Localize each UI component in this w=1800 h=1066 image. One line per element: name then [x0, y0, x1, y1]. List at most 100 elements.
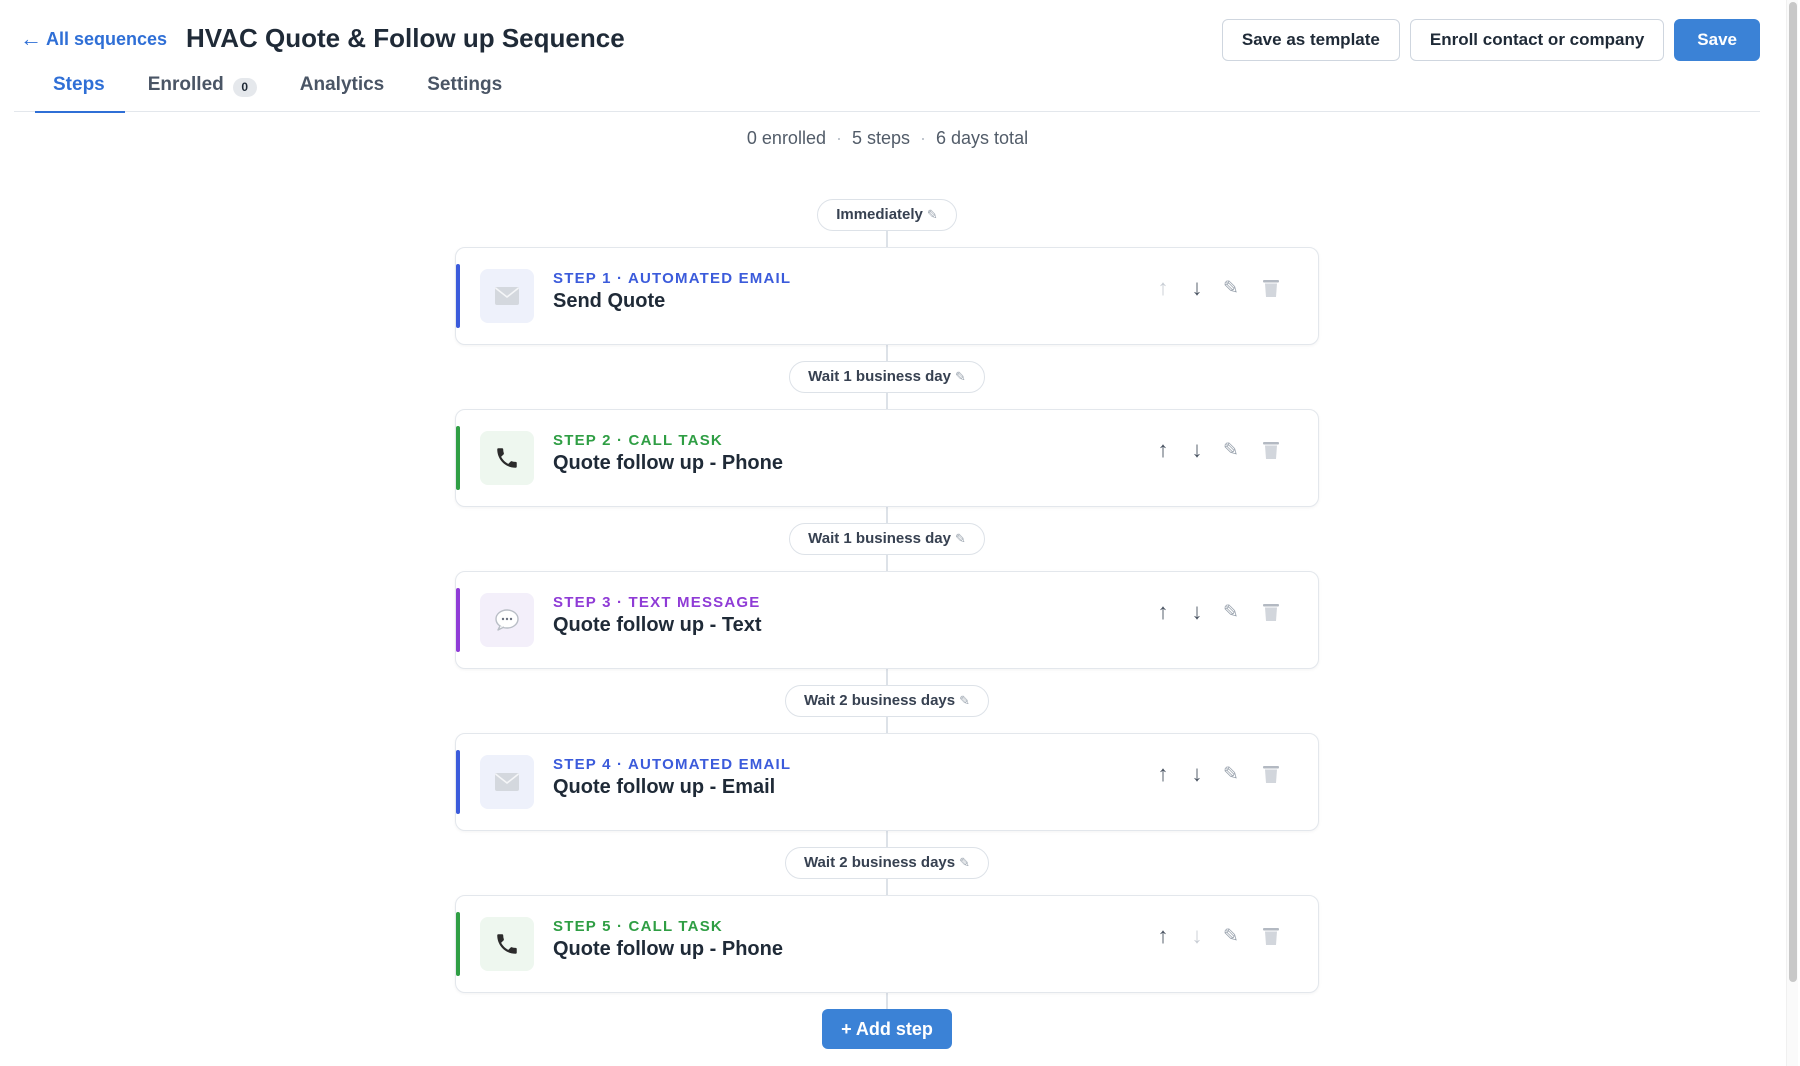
enroll-contact-button[interactable]: Enroll contact or company — [1409, 19, 1665, 61]
step-card[interactable]: STEP 1 · AUTOMATED EMAIL Send Quote ↑ ↓ ✎ — [455, 247, 1319, 345]
wait-delay-pill[interactable]: Immediately ✎ — [817, 199, 957, 231]
trash-icon[interactable] — [1254, 597, 1288, 627]
phone-icon — [480, 431, 534, 485]
step-type-indicator — [456, 426, 460, 490]
tab-bar: Steps Enrolled 0 Analytics Settings — [14, 62, 1760, 113]
tab-enrolled[interactable]: Enrolled 0 — [128, 62, 277, 112]
timeline-connector — [886, 669, 888, 685]
back-to-sequences-link[interactable]: ← All sequences — [20, 28, 167, 50]
step-name: Quote follow up - Email — [553, 776, 776, 798]
page-title: HVAC Quote & Follow up Sequence — [186, 23, 625, 53]
enrolled-count: 0 enrolled — [746, 128, 826, 148]
pencil-icon[interactable]: ✎ — [1214, 759, 1248, 789]
step-actions: ↑ ↓ ✎ — [1146, 435, 1288, 465]
step-name: Quote follow up - Phone — [553, 938, 783, 960]
header: ← All sequences HVAC Quote & Follow up S… — [0, 0, 1770, 113]
wait-delay-pill[interactable]: Wait 2 business days ✎ — [784, 847, 990, 879]
step-type-label: STEP 5 · CALL TASK — [553, 918, 723, 935]
step-name: Quote follow up - Phone — [553, 452, 783, 474]
separator-dot: · — [835, 128, 842, 148]
phone-icon — [480, 917, 534, 971]
step-type-indicator — [456, 912, 460, 976]
arrow-down-icon[interactable]: ↓ — [1180, 597, 1214, 627]
timeline-connector — [886, 717, 888, 733]
page-scrollbar[interactable] — [1786, 0, 1798, 1066]
tab-steps[interactable]: Steps — [14, 62, 125, 113]
step-type-indicator — [456, 588, 460, 652]
pencil-icon: ✎ — [959, 693, 971, 708]
step-type-label: STEP 3 · TEXT MESSAGE — [553, 594, 761, 611]
pencil-icon: ✎ — [954, 369, 966, 384]
pencil-icon: ✎ — [959, 855, 971, 870]
step-card[interactable]: STEP 2 · CALL TASK Quote follow up - Phon… — [455, 409, 1319, 507]
pencil-icon: ✎ — [926, 207, 938, 222]
step-type-indicator — [456, 264, 460, 328]
step-actions: ↑ ↓ ✎ — [1146, 921, 1288, 951]
wait-delay-pill[interactable]: Wait 1 business day ✎ — [789, 361, 985, 393]
step-name: Quote follow up - Text — [553, 614, 762, 636]
enrolled-count-badge: 0 — [232, 78, 257, 97]
save-button[interactable]: Save — [1674, 19, 1760, 61]
timeline-connector — [886, 879, 888, 895]
back-link-label: All sequences — [46, 28, 168, 49]
step-type-label: STEP 4 · AUTOMATED EMAIL — [553, 756, 792, 773]
wait-delay-pill[interactable]: Wait 2 business days ✎ — [784, 685, 990, 717]
sequence-summary: 0 enrolled · 5 steps · 6 days total — [0, 128, 1775, 149]
arrow-down-icon[interactable]: ↓ — [1180, 759, 1214, 789]
step-card[interactable]: STEP 3 · TEXT MESSAGE Quote follow up - T… — [455, 571, 1319, 669]
arrow-left-icon: ← — [20, 26, 42, 51]
arrow-up-icon[interactable]: ↑ — [1146, 273, 1180, 303]
pencil-icon[interactable]: ✎ — [1214, 435, 1248, 465]
wait-delay-pill[interactable]: Wait 1 business day ✎ — [789, 523, 985, 555]
trash-icon[interactable] — [1254, 273, 1288, 303]
chat-bubble-icon — [480, 593, 534, 647]
wait-delay-label: Wait 1 business day — [808, 530, 951, 547]
arrow-down-icon[interactable]: ↓ — [1180, 273, 1214, 303]
trash-icon[interactable] — [1254, 759, 1288, 789]
trash-icon[interactable] — [1254, 921, 1288, 951]
scrollbar-thumb[interactable] — [1789, 2, 1797, 982]
timeline-connector — [886, 231, 888, 247]
envelope-icon — [480, 269, 534, 323]
step-timeline: Immediately ✎ STEP 1 · AUTOMATED EMAIL Send… — [455, 199, 1319, 1049]
pencil-icon[interactable]: ✎ — [1214, 921, 1248, 951]
trash-icon[interactable] — [1254, 435, 1288, 465]
total-duration: 6 days total — [936, 128, 1029, 148]
timeline-connector — [886, 393, 888, 409]
wait-delay-label: Immediately — [836, 206, 923, 223]
step-actions: ↑ ↓ ✎ — [1146, 759, 1288, 789]
arrow-up-icon[interactable]: ↑ — [1146, 921, 1180, 951]
step-type-label: STEP 2 · CALL TASK — [553, 432, 723, 449]
arrow-down-icon[interactable]: ↓ — [1180, 921, 1214, 951]
timeline-connector — [886, 345, 888, 361]
pencil-icon: ✎ — [954, 531, 966, 546]
tab-settings[interactable]: Settings — [407, 62, 522, 112]
envelope-icon — [480, 755, 534, 809]
step-actions: ↑ ↓ ✎ — [1146, 273, 1288, 303]
arrow-up-icon[interactable]: ↑ — [1146, 435, 1180, 465]
arrow-up-icon[interactable]: ↑ — [1146, 597, 1180, 627]
tab-settings-label: Settings — [427, 74, 503, 95]
wait-delay-label: Wait 2 business days — [803, 692, 956, 709]
timeline-connector — [886, 555, 888, 571]
step-card[interactable]: STEP 5 · CALL TASK Quote follow up - Phon… — [455, 895, 1319, 993]
wait-delay-label: Wait 1 business day — [808, 368, 951, 385]
timeline-connector — [886, 507, 888, 523]
pencil-icon[interactable]: ✎ — [1214, 597, 1248, 627]
wait-delay-label: Wait 2 business days — [803, 854, 956, 871]
pencil-icon[interactable]: ✎ — [1214, 273, 1248, 303]
tab-enrolled-label: Enrolled — [147, 74, 224, 95]
arrow-up-icon[interactable]: ↑ — [1146, 759, 1180, 789]
arrow-down-icon[interactable]: ↓ — [1180, 435, 1214, 465]
save-as-template-button[interactable]: Save as template — [1221, 19, 1400, 61]
step-actions: ↑ ↓ ✎ — [1146, 597, 1288, 627]
add-step-button[interactable]: + Add step — [822, 1009, 952, 1049]
tab-analytics[interactable]: Analytics — [280, 62, 404, 112]
step-count: 5 steps — [851, 128, 911, 148]
header-actions: Save as template Enroll contact or compa… — [1221, 19, 1760, 61]
step-card[interactable]: STEP 4 · AUTOMATED EMAIL Quote follow up … — [455, 733, 1319, 831]
step-name: Send Quote — [553, 290, 666, 312]
tab-analytics-label: Analytics — [299, 74, 385, 95]
separator-dot: · — [920, 128, 927, 148]
timeline-connector — [886, 831, 888, 847]
